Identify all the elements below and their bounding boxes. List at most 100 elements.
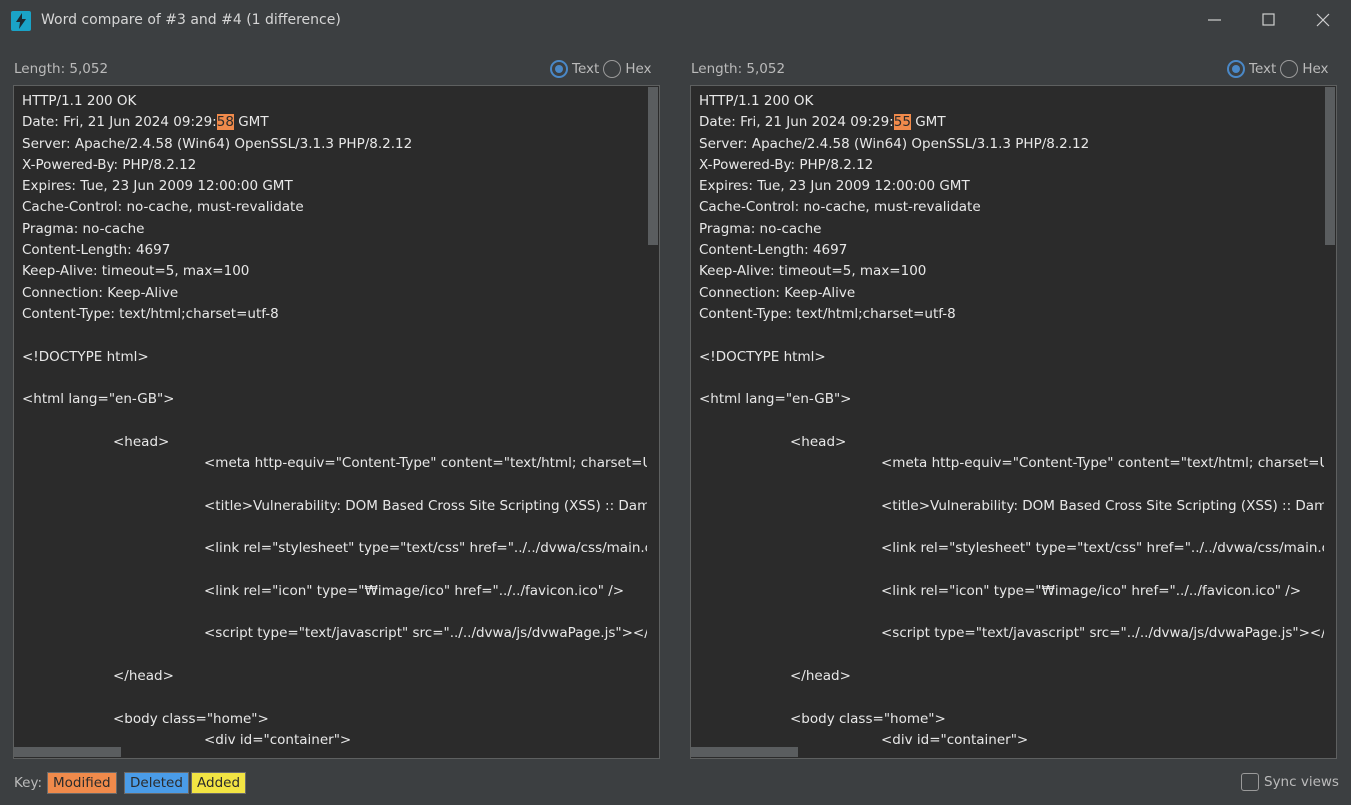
code-line: <script type="text/javascript" src="../.… [881, 625, 1333, 642]
code-line: <!DOCTYPE html> [699, 348, 826, 365]
code-line: <meta http-equiv="Content-Type" content=… [881, 455, 1330, 472]
left-pane-header: Length: 5,052 Text Hex [14, 58, 659, 82]
code-line: Connection: Keep-Alive [22, 284, 179, 301]
scroll-corner [647, 746, 659, 758]
right-pane-header: Length: 5,052 Text Hex [691, 58, 1336, 82]
code-line: Content-Length: 4697 [699, 242, 848, 259]
right-hex-radio[interactable]: Hex [1280, 60, 1329, 78]
left-horizontal-scrollbar[interactable] [14, 746, 647, 758]
code-line: Server: Apache/2.4.58 (Win64) OpenSSL/3.… [699, 135, 1090, 152]
scroll-thumb[interactable] [1325, 87, 1335, 245]
deleted-key-badge: Deleted [124, 772, 189, 794]
code-line: <link rel="stylesheet" type="text/css" h… [204, 540, 660, 557]
code-line: Content-Type: text/html;charset=utf-8 [22, 305, 279, 322]
maximize-icon [1262, 13, 1275, 26]
code-line: <meta http-equiv="Content-Type" content=… [204, 455, 653, 472]
left-vertical-scrollbar[interactable] [647, 86, 659, 746]
code-line: <title>Vulnerability: DOM Based Cross Si… [204, 497, 651, 514]
code-line: Cache-Control: no-cache, must-revalidate [22, 199, 304, 216]
code-line: Keep-Alive: timeout=5, max=100 [22, 263, 250, 280]
checkbox-icon [1241, 773, 1259, 791]
code-line: Content-Type: text/html;charset=utf-8 [699, 305, 956, 322]
close-button[interactable] [1296, 0, 1350, 40]
scroll-corner [1324, 746, 1336, 758]
code-line: Keep-Alive: timeout=5, max=100 [699, 263, 927, 280]
code-line: HTTP/1.1 200 OK [699, 93, 814, 109]
code-line: <link rel="stylesheet" type="text/css" h… [881, 540, 1337, 557]
code-line: HTTP/1.1 200 OK [22, 93, 137, 109]
radio-selected-icon [1227, 60, 1245, 78]
code-line: <script type="text/javascript" src="../.… [204, 625, 656, 642]
scroll-thumb[interactable] [14, 747, 121, 757]
left-text-radio[interactable]: Text [550, 60, 599, 78]
right-length-label: Length: 5,052 [691, 61, 786, 77]
modified-key-badge: Modified [47, 772, 117, 794]
close-icon [1316, 13, 1330, 27]
code-line: Cache-Control: no-cache, must-revalidate [699, 199, 981, 216]
left-code-content[interactable]: HTTP/1.1 200 OK Date: Fri, 21 Jun 2024 09… [22, 91, 659, 751]
code-line: Pragma: no-cache [699, 220, 822, 237]
left-view-mode: Text Hex [546, 58, 652, 80]
right-vertical-scrollbar[interactable] [1324, 86, 1336, 746]
minimize-icon [1208, 19, 1221, 21]
code-line: <link rel="icon" type="₩image/ico" href=… [204, 582, 625, 599]
title-bar: Word compare of #3 and #4 (1 difference) [0, 0, 1351, 42]
code-text: GMT [910, 114, 946, 131]
code-line: </head> [790, 668, 851, 685]
sync-views-checkbox[interactable]: Sync views [1241, 773, 1339, 791]
modified-highlight: 58 [216, 114, 234, 131]
lightning-icon [11, 11, 31, 31]
right-code-content[interactable]: HTTP/1.1 200 OK Date: Fri, 21 Jun 2024 09… [699, 91, 1336, 751]
code-line: <html lang="en-GB"> [699, 391, 852, 408]
code-text: Date: Fri, 21 Jun 2024 09:29: [699, 114, 894, 131]
code-line: Server: Apache/2.4.58 (Win64) OpenSSL/3.… [22, 135, 413, 152]
code-line: Expires: Tue, 23 Jun 2009 12:00:00 GMT [699, 178, 970, 195]
code-line: <!DOCTYPE html> [22, 348, 149, 365]
right-text-editor[interactable]: HTTP/1.1 200 OK Date: Fri, 21 Jun 2024 09… [690, 85, 1337, 759]
scroll-thumb[interactable] [691, 747, 798, 757]
left-hex-radio[interactable]: Hex [603, 60, 652, 78]
scroll-thumb[interactable] [648, 87, 658, 245]
code-line: X-Powered-By: PHP/8.2.12 [22, 156, 197, 173]
code-line: Date: Fri, 21 Jun 2024 09:29:55 GMT [699, 112, 1336, 133]
radio-unselected-icon [1280, 60, 1299, 78]
code-line: <head> [790, 433, 847, 450]
key-label: Key: [14, 775, 43, 791]
right-text-radio[interactable]: Text [1227, 60, 1276, 78]
maximize-button[interactable] [1242, 0, 1296, 40]
code-line: <body class="home"> [113, 710, 269, 727]
code-line: <title>Vulnerability: DOM Based Cross Si… [881, 497, 1328, 514]
code-line: </head> [113, 668, 174, 685]
added-key-badge: Added [191, 772, 247, 794]
right-horizontal-scrollbar[interactable] [691, 746, 1324, 758]
code-line: <body class="home"> [790, 710, 946, 727]
code-line: Connection: Keep-Alive [699, 284, 856, 301]
left-text-editor[interactable]: HTTP/1.1 200 OK Date: Fri, 21 Jun 2024 09… [13, 85, 660, 759]
minimize-button[interactable] [1188, 0, 1242, 40]
code-line: Content-Length: 4697 [22, 242, 171, 259]
code-line: <link rel="icon" type="₩image/ico" href=… [881, 582, 1302, 599]
code-line: <html lang="en-GB"> [22, 391, 175, 408]
code-line: X-Powered-By: PHP/8.2.12 [699, 156, 874, 173]
left-length-label: Length: 5,052 [14, 61, 109, 77]
code-line: Pragma: no-cache [22, 220, 145, 237]
code-text: GMT [233, 114, 269, 131]
code-line: <head> [113, 433, 170, 450]
code-line: Expires: Tue, 23 Jun 2009 12:00:00 GMT [22, 178, 293, 195]
